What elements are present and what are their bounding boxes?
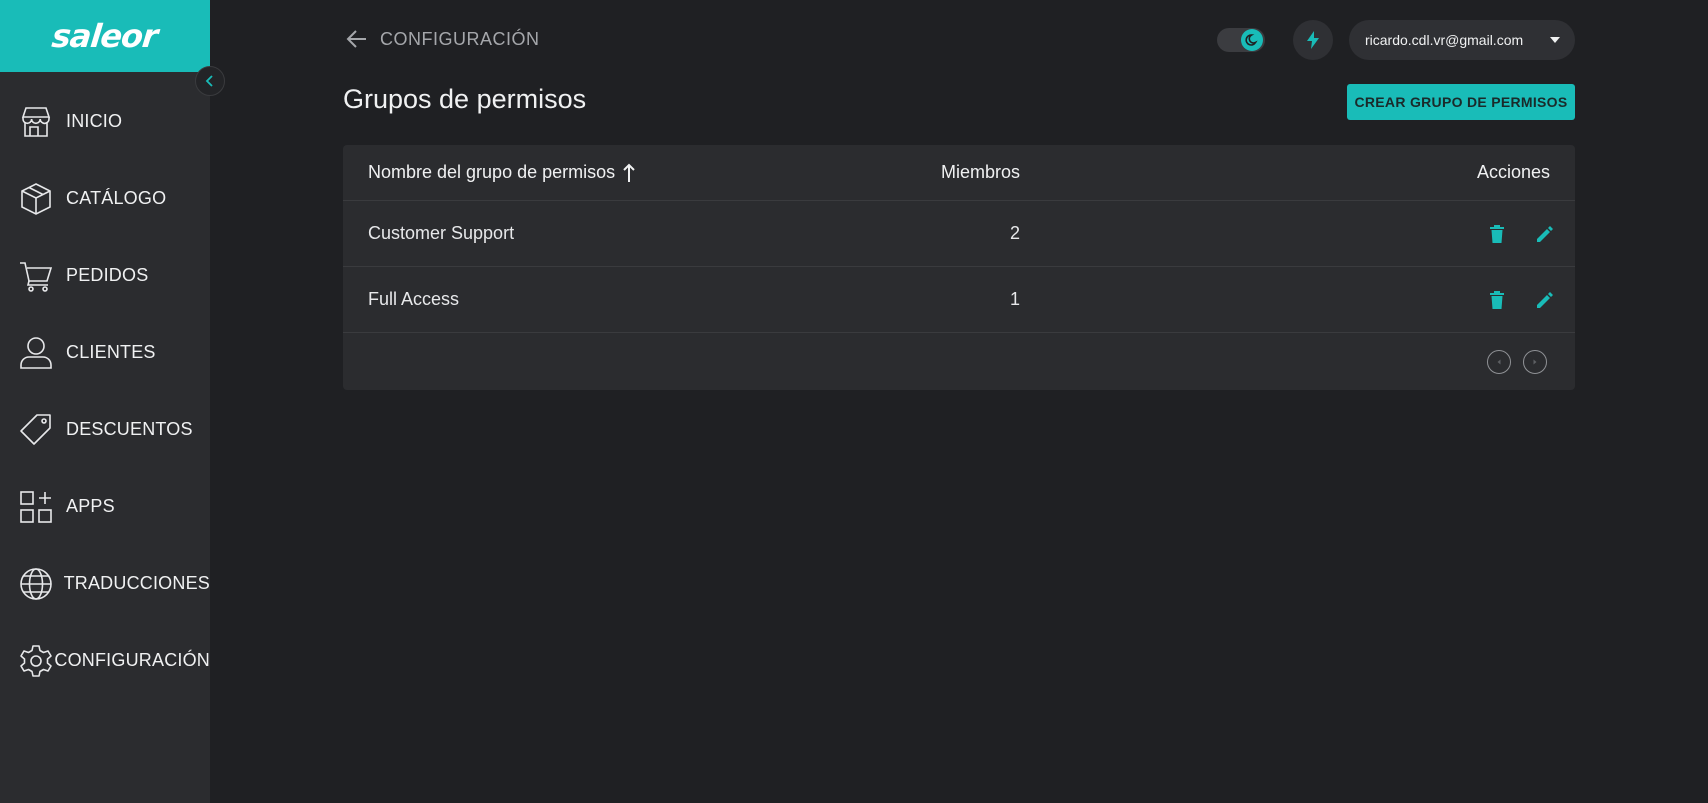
sidebar-item-traducciones[interactable]: TRADUCCIONES [0, 545, 210, 622]
column-header-members[interactable]: Miembros [941, 162, 1020, 183]
permission-groups-table: Nombre del grupo de permisos Miembros Ac… [343, 145, 1575, 390]
group-members-count: 2 [1009, 223, 1020, 243]
back-label: CONFIGURACIÓN [380, 28, 540, 49]
gear-icon [0, 641, 54, 681]
sidebar-item-pedidos[interactable]: PEDIDOS [0, 237, 210, 314]
user-icon [0, 333, 66, 373]
column-header-name[interactable]: Nombre del grupo de permisos [368, 162, 637, 183]
sidebar-item-inicio[interactable]: INICIO [0, 83, 210, 160]
globe-icon [0, 564, 64, 604]
sidebar-item-label: INICIO [66, 111, 123, 131]
sidebar-item-label: CATÁLOGO [66, 188, 167, 208]
column-header-actions: Acciones [1476, 162, 1550, 182]
table-footer [343, 333, 1575, 390]
user-menu[interactable]: ricardo.cdl.vr@gmail.com [1349, 20, 1575, 60]
box-icon [0, 179, 66, 219]
sidebar-collapse-button[interactable] [195, 66, 225, 96]
chevron-right-icon [1531, 358, 1539, 366]
pagination [1487, 349, 1547, 374]
table-row[interactable]: Full Access 1 [343, 267, 1575, 333]
table-header: Nombre del grupo de permisos Miembros Ac… [343, 145, 1575, 201]
edit-pencil-icon[interactable] [1533, 288, 1557, 312]
user-email: ricardo.cdl.vr@gmail.com [1365, 32, 1524, 48]
sidebar-item-descuentos[interactable]: DESCUENTOS [0, 391, 210, 468]
chevron-left-icon [203, 74, 217, 88]
apps-icon [0, 487, 66, 527]
sidebar-item-label: PEDIDOS [66, 265, 149, 285]
sidebar-item-label: CONFIGURACIÓN [54, 650, 210, 670]
quick-actions-button[interactable] [1293, 20, 1333, 60]
arrow-left-icon [344, 26, 380, 52]
sidebar-item-label: TRADUCCIONES [63, 573, 210, 593]
caret-down-icon [1535, 36, 1575, 44]
sidebar-item-label: APPS [66, 496, 115, 516]
chevron-left-icon [1495, 358, 1503, 366]
sidebar-item-label: DESCUENTOS [66, 419, 193, 439]
column-header-label: Nombre del grupo de permisos [368, 162, 616, 182]
tag-icon [0, 410, 66, 450]
sidebar-item-configuracion[interactable]: CONFIGURACIÓN [0, 622, 210, 699]
row-actions [1485, 222, 1557, 246]
sidebar-item-clientes[interactable]: CLIENTES [0, 314, 210, 391]
sidebar-item-catalogo[interactable]: CATÁLOGO [0, 160, 210, 237]
group-members-count: 1 [1009, 289, 1020, 309]
edit-pencil-icon[interactable] [1533, 222, 1557, 246]
sidebar-nav: INICIO CATÁLOGO PEDIDOS CLIENTES DESCUEN… [0, 83, 210, 699]
table-row[interactable]: Customer Support 2 [343, 201, 1575, 267]
row-actions [1485, 288, 1557, 312]
back-to-configuracion-link[interactable]: CONFIGURACIÓN [344, 26, 540, 52]
moon-icon [1241, 29, 1263, 51]
create-permission-group-button[interactable]: CREAR GRUPO DE PERMISOS [1347, 84, 1575, 120]
sort-arrow-up-icon [615, 163, 637, 183]
sidebar-item-label: CLIENTES [66, 342, 156, 362]
trash-icon[interactable] [1485, 288, 1509, 312]
previous-page-button[interactable] [1487, 349, 1511, 374]
lightning-bolt-icon [1305, 31, 1321, 49]
page-title: Grupos de permisos [343, 84, 587, 114]
store-icon [0, 102, 66, 142]
sidebar-item-apps[interactable]: APPS [0, 468, 210, 545]
trash-icon[interactable] [1485, 222, 1509, 246]
saleor-logo[interactable]: saleor [0, 0, 210, 72]
group-name: Full Access [368, 289, 460, 309]
next-page-button[interactable] [1523, 349, 1547, 374]
logo-text: saleor [50, 17, 160, 55]
cart-icon [0, 256, 66, 296]
group-name: Customer Support [368, 223, 515, 243]
theme-toggle[interactable] [1217, 28, 1265, 52]
sidebar: saleor INICIO CATÁLOGO PEDIDOS CLIENTES … [0, 0, 210, 803]
